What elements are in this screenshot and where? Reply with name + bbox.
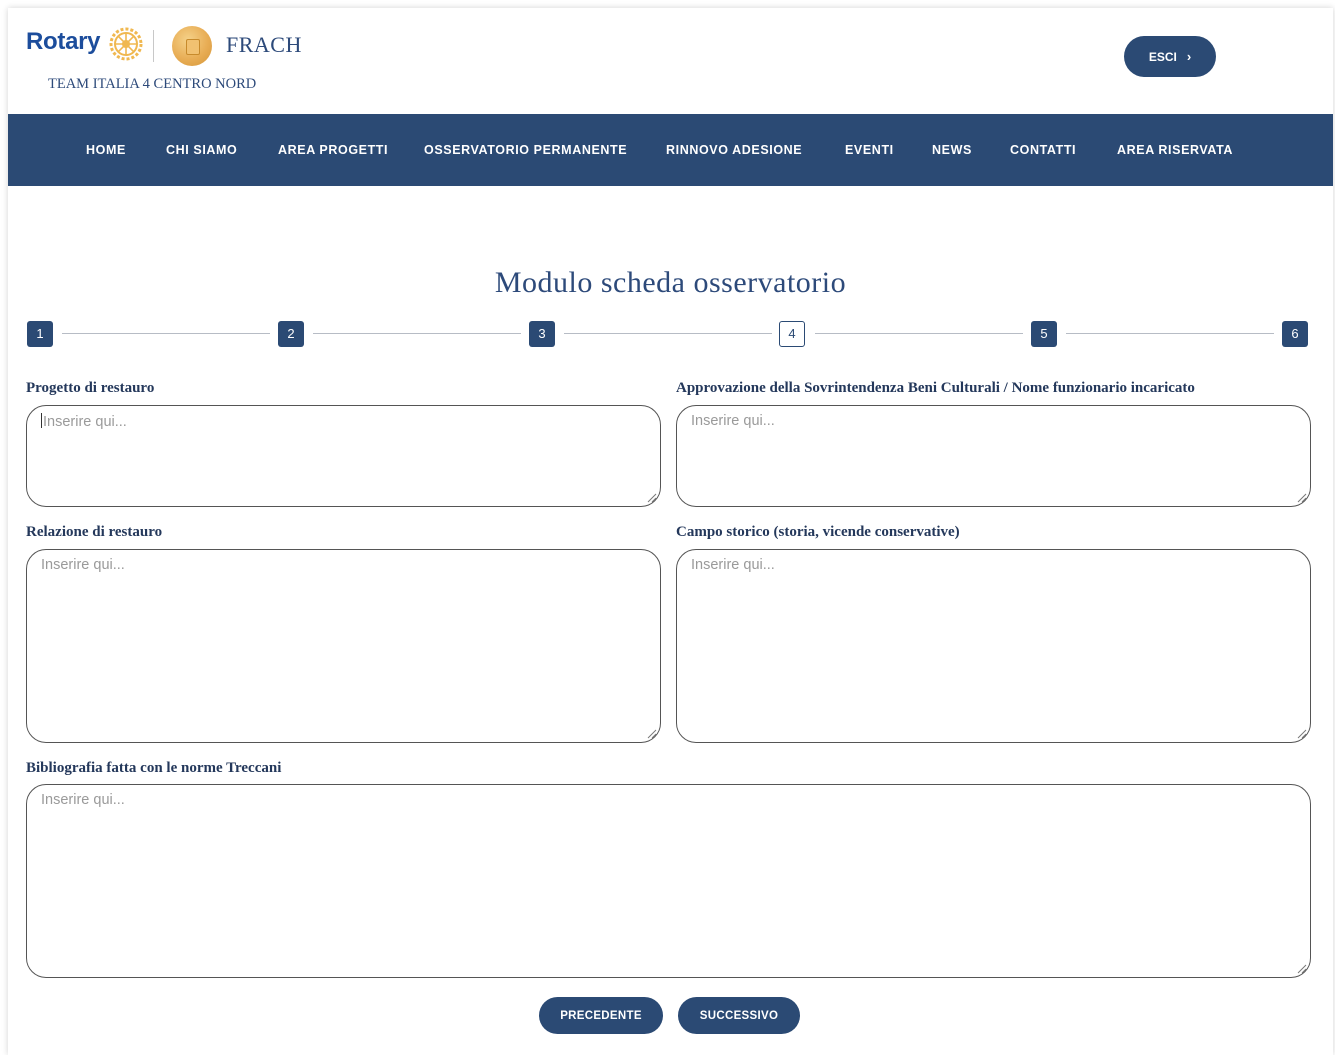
campo-storico-label: Campo storico (storia, vicende conservat… <box>676 524 960 540</box>
page: Rotary FRACH TEAM ITALIA 4 CENTRO NORD E… <box>8 8 1333 1055</box>
nav-item-osservatorio[interactable]: OSSERVATORIO PERMANENTE <box>424 114 627 186</box>
step-2[interactable]: 2 <box>278 321 304 347</box>
logo-team-text: TEAM ITALIA 4 CENTRO NORD <box>48 76 257 92</box>
approvazione-textarea[interactable]: Inserire qui... <box>676 405 1311 507</box>
resize-handle-icon[interactable] <box>1297 493 1307 503</box>
esci-label: ESCI <box>1148 49 1177 64</box>
nav-item-eventi[interactable]: EVENTI <box>845 114 894 186</box>
resize-handle-icon[interactable] <box>647 493 657 503</box>
progetto-placeholder: Inserire qui... <box>43 414 127 430</box>
main-nav: HOME CHI SIAMO AREA PROGETTI OSSERVATORI… <box>8 114 1333 186</box>
bibliografia-textarea[interactable]: Inserire qui... <box>26 784 1311 978</box>
step-connector <box>62 333 270 334</box>
nav-item-home[interactable]: HOME <box>86 114 126 186</box>
site-logo[interactable]: Rotary FRACH TEAM ITALIA 4 CENTRO NORD <box>26 26 326 96</box>
successivo-button[interactable]: SUCCESSIVO <box>678 997 800 1034</box>
bibliografia-placeholder: Inserire qui... <box>41 792 125 808</box>
step-1[interactable]: 1 <box>27 321 53 347</box>
bibliografia-label: Bibliografia fatta con le norme Treccani <box>26 760 282 776</box>
step-3[interactable]: 3 <box>529 321 555 347</box>
step-connector <box>564 333 772 334</box>
step-connector <box>815 333 1023 334</box>
relazione-label: Relazione di restauro <box>26 524 163 540</box>
site-header: Rotary FRACH TEAM ITALIA 4 CENTRO NORD E… <box>8 8 1333 114</box>
relazione-placeholder: Inserire qui... <box>41 557 125 573</box>
resize-handle-icon[interactable] <box>1297 964 1307 974</box>
relazione-textarea[interactable]: Inserire qui... <box>26 549 661 743</box>
nav-item-news[interactable]: NEWS <box>932 114 972 186</box>
step-4-active[interactable]: 4 <box>779 321 805 347</box>
nav-item-area-riservata[interactable]: AREA RISERVATA <box>1117 114 1233 186</box>
text-cursor <box>41 413 42 428</box>
step-indicator: 1 2 3 4 5 6 <box>27 321 1311 347</box>
nav-item-rinnovo-adesione[interactable]: RINNOVO ADESIONE <box>666 114 802 186</box>
esci-button[interactable]: ESCI › <box>1124 36 1216 77</box>
logo-frach-text: FRACH <box>226 32 302 57</box>
step-connector <box>313 333 521 334</box>
progetto-label: Progetto di restauro <box>26 380 155 396</box>
approvazione-placeholder: Inserire qui... <box>691 413 775 429</box>
nav-item-area-progetti[interactable]: AREA PROGETTI <box>278 114 388 186</box>
campo-storico-placeholder: Inserire qui... <box>691 557 775 573</box>
progetto-textarea[interactable]: Inserire qui... <box>26 405 661 507</box>
resize-handle-icon[interactable] <box>647 729 657 739</box>
nav-item-chi-siamo[interactable]: CHI SIAMO <box>166 114 237 186</box>
step-connector <box>1066 333 1274 334</box>
frach-medal-icon <box>172 26 212 66</box>
form-title: Modulo scheda osservatorio <box>494 266 847 299</box>
step-6[interactable]: 6 <box>1282 321 1308 347</box>
approvazione-label: Approvazione della Sovrintendenza Beni C… <box>676 380 1195 396</box>
nav-item-contatti[interactable]: CONTATTI <box>1010 114 1076 186</box>
rotary-wheel-icon <box>109 27 143 61</box>
precedente-button[interactable]: PRECEDENTE <box>539 997 663 1034</box>
logo-rotary-text: Rotary <box>26 28 101 55</box>
chevron-right-icon: › <box>1186 49 1192 64</box>
step-5[interactable]: 5 <box>1031 321 1057 347</box>
resize-handle-icon[interactable] <box>1297 729 1307 739</box>
logo-divider <box>153 30 154 62</box>
campo-storico-textarea[interactable]: Inserire qui... <box>676 549 1311 743</box>
